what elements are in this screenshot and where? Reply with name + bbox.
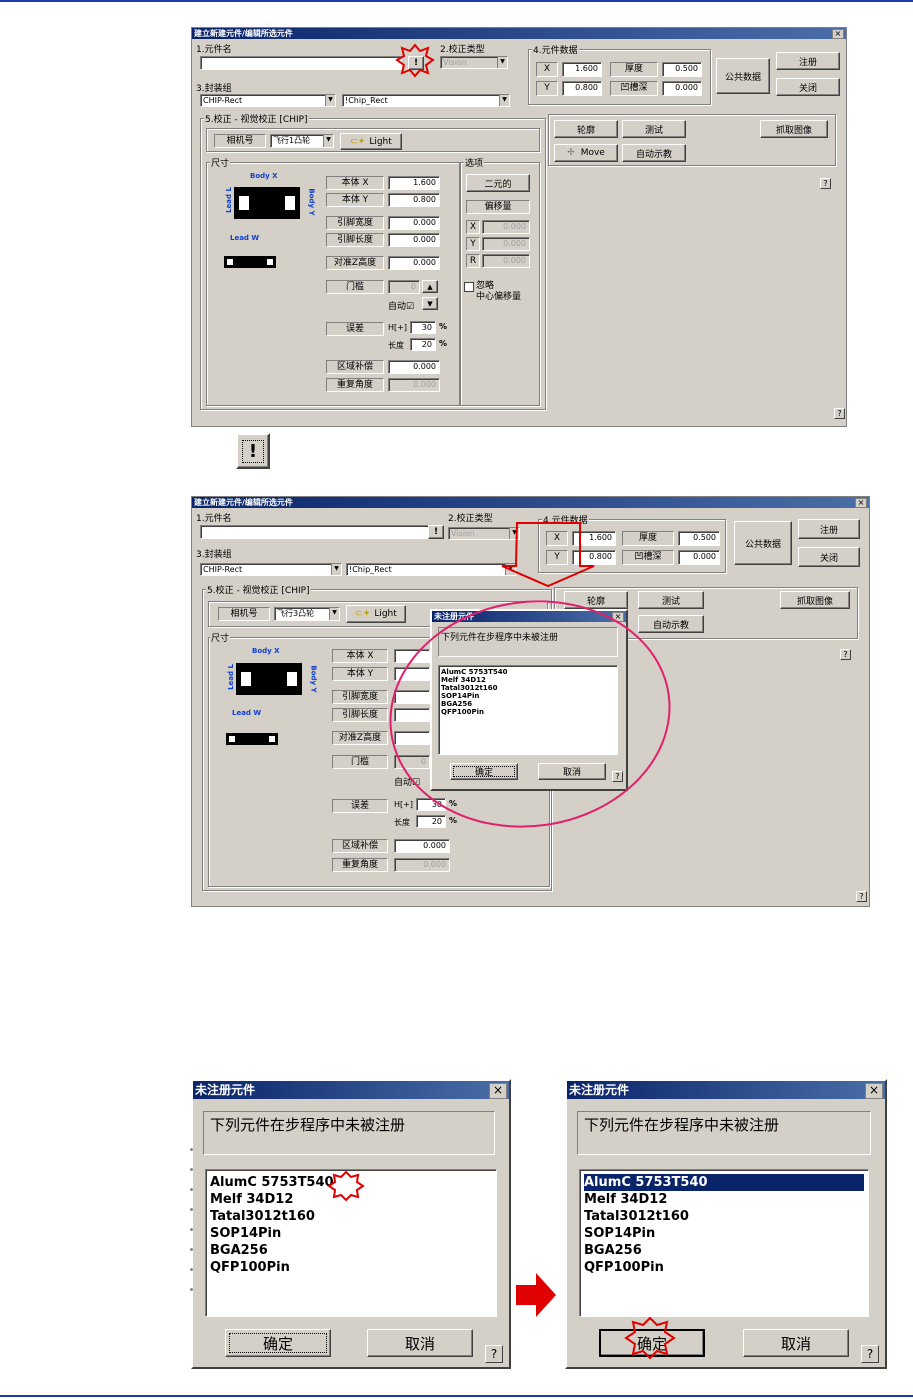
callout-star-icon (624, 1316, 676, 1360)
callout-overlay-4 (624, 1316, 676, 1360)
